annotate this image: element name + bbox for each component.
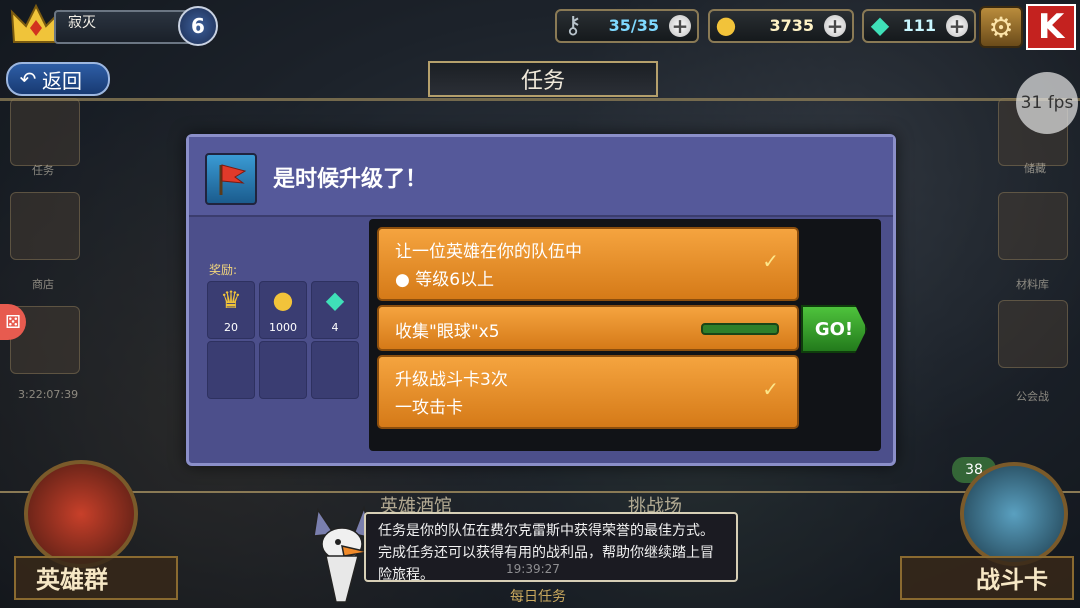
- side-item-materials[interactable]: [998, 192, 1068, 260]
- energy-resource: ⚷ 35/35 +: [555, 9, 699, 43]
- reward-value: 20: [224, 321, 238, 334]
- page-title: 任务: [428, 61, 658, 97]
- quest-item[interactable]: 收集"眼球"x5: [377, 305, 799, 351]
- k-button[interactable]: K: [1026, 4, 1076, 50]
- add-gold-button[interactable]: +: [824, 15, 846, 37]
- side-label-storage: 储藏: [1024, 162, 1046, 175]
- reward-value: 4: [331, 321, 339, 334]
- gem-icon: ◆: [325, 286, 345, 314]
- gear-icon[interactable]: ⚙: [979, 6, 1023, 48]
- flag-icon: [205, 153, 257, 205]
- quest-title: 收集"眼球"x5: [395, 322, 500, 342]
- quest-item[interactable]: 让一位英雄在你的队伍中 ● 等级6以上 ✓: [377, 227, 799, 301]
- quest-detail: 一攻击卡: [395, 398, 463, 418]
- gold-resource: ● 3735 +: [708, 9, 854, 43]
- quest-dialog: 是时候升级了！ 奖励: ♛ 20 ● 1000 ◆ 4 让一位英雄在你的队伍中 …: [186, 134, 896, 466]
- side-label-materials: 材料库: [1016, 278, 1049, 291]
- back-button[interactable]: ↶ 返回: [6, 62, 110, 96]
- hero-portrait[interactable]: [24, 460, 138, 568]
- reward-gold: ● 1000: [259, 281, 307, 339]
- gem-resource: ◆ 111 +: [862, 9, 976, 43]
- energy-value: 35/35: [608, 16, 659, 35]
- battle-card-portrait[interactable]: [960, 462, 1068, 566]
- reward-empty-slot: [207, 341, 255, 399]
- reward-value: 1000: [269, 321, 297, 334]
- key-icon: ⚷: [564, 11, 582, 39]
- player-level: 6: [178, 6, 218, 46]
- quest-title: 让一位英雄在你的队伍中: [395, 242, 582, 262]
- side-item-guild-war[interactable]: [998, 300, 1068, 368]
- daily-timer: 19:39:27: [506, 562, 560, 576]
- reward-gem: ◆ 4: [311, 281, 359, 339]
- player-info[interactable]: 寂灭 6: [8, 2, 218, 46]
- dialog-header: 是时候升级了！: [189, 137, 893, 217]
- side-item-quests[interactable]: [10, 98, 80, 166]
- crown-icon: ♛: [220, 286, 242, 314]
- back-arrow-icon: ↶: [19, 67, 37, 91]
- player-name: 寂灭: [68, 15, 96, 31]
- side-label-timer: 3:22:07:39: [18, 388, 79, 401]
- heroes-label: 英雄群: [36, 566, 108, 594]
- coin-icon: ●: [715, 11, 737, 39]
- reward-crown: ♛ 20: [207, 281, 255, 339]
- side-label-guild-war: 公会战: [1016, 390, 1049, 403]
- quest-title: 升级战斗卡3次: [395, 370, 508, 390]
- dialog-title: 是时候升级了！: [273, 167, 428, 192]
- gem-value: 111: [902, 16, 936, 35]
- daily-quests-label[interactable]: 每日任务: [510, 586, 566, 606]
- gold-value: 3735: [769, 16, 814, 35]
- side-item-shop[interactable]: [10, 192, 80, 260]
- check-icon: ✓: [762, 249, 779, 273]
- battle-cards-label: 战斗卡: [976, 566, 1048, 594]
- bottom-divider: [0, 491, 1080, 493]
- flag-glyph-icon: [219, 164, 247, 195]
- title-divider: [0, 98, 1080, 101]
- quest-list: 让一位英雄在你的队伍中 ● 等级6以上 ✓ 收集"眼球"x5 GO! 升级战斗卡…: [369, 219, 881, 451]
- gem-icon: ◆: [870, 11, 890, 39]
- add-energy-button[interactable]: +: [669, 15, 691, 37]
- rewards-label: 奖励:: [209, 263, 238, 277]
- quest-detail: ● 等级6以上: [395, 270, 495, 290]
- reward-empty-slot: [311, 341, 359, 399]
- go-button[interactable]: GO!: [801, 305, 867, 353]
- coin-icon: ●: [272, 286, 294, 314]
- side-label-shop: 商店: [32, 278, 54, 291]
- check-icon: ✓: [762, 377, 779, 401]
- quest-item[interactable]: 升级战斗卡3次 一攻击卡 ✓: [377, 355, 799, 429]
- fps-counter: 31 fps: [1016, 72, 1078, 134]
- side-label-quests: 任务: [32, 164, 54, 177]
- reward-empty-slot: [259, 341, 307, 399]
- back-label: 返回: [42, 68, 82, 93]
- add-gem-button[interactable]: +: [946, 15, 968, 37]
- quest-progress-bar: [701, 323, 779, 335]
